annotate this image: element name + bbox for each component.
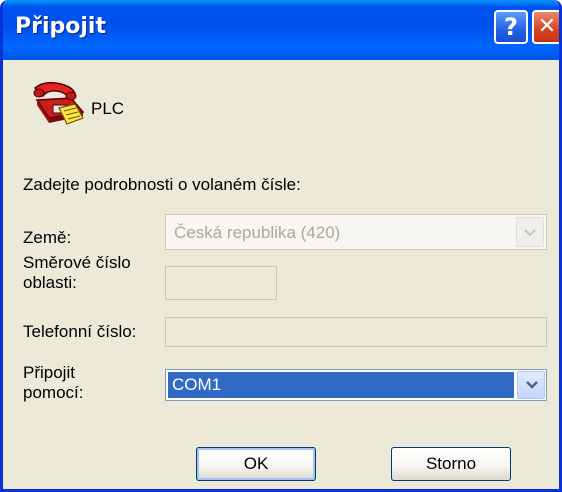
area-code-label-line2: oblasti: [23, 273, 77, 292]
area-code-label-line1: Směrové číslo [23, 253, 131, 272]
dropdown-arrow-button[interactable] [517, 371, 545, 399]
country-select: Česká republika (420) [165, 214, 547, 250]
chevron-down-icon [516, 217, 544, 247]
phone-icon [33, 81, 85, 125]
connect-using-select[interactable]: COM1 [165, 369, 547, 401]
phone-number-label: Telefonní číslo: [23, 322, 137, 341]
chevron-down-icon [526, 381, 538, 389]
window-title: Připojit [15, 14, 106, 39]
connect-using-label-line2: pomocí: [23, 383, 84, 402]
help-icon: ? [504, 13, 518, 41]
connect-using-value: COM1 [168, 372, 514, 398]
title-bar[interactable]: Připojit ? ✕ [3, 0, 559, 60]
entry-name: PLC [91, 99, 125, 118]
country-value: Česká republika (420) [174, 223, 341, 242]
close-button[interactable]: ✕ [532, 10, 559, 44]
instruction-text: Zadejte podrobnosti o volaném čísle: [23, 175, 301, 194]
area-code-input [165, 266, 277, 300]
connect-using-label-line1: Připojit [23, 363, 75, 382]
close-icon: ✕ [537, 14, 557, 39]
ok-button[interactable]: OK [196, 447, 316, 481]
area-code-label: Směrové číslo oblasti: [23, 253, 131, 293]
phone-number-input [165, 317, 547, 347]
cancel-button[interactable]: Storno [391, 447, 511, 481]
connect-using-label: Připojit pomocí: [23, 363, 83, 403]
connect-dialog: Připojit ? ✕ PLC Zadejte podrobnosti o v… [0, 0, 562, 492]
help-button[interactable]: ? [494, 10, 528, 44]
country-label: Země: [23, 228, 72, 247]
